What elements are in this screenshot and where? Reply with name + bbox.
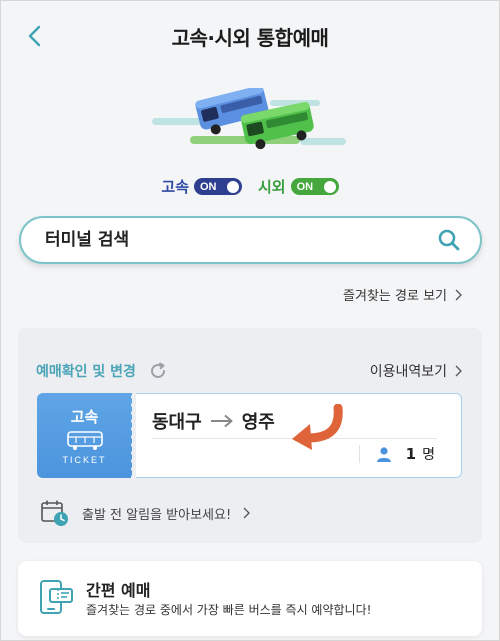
favorite-routes-link[interactable]: 즐겨찾는 경로 보기 [343,285,462,304]
page-title: 고속·시외 통합예매 [171,26,329,50]
route-destination: 영주 [241,412,275,433]
favorite-routes-label: 즐겨찾는 경로 보기 [343,289,447,304]
usage-history-label: 이용내역보기 [369,364,447,380]
bus-illustration [152,88,346,150]
intercity-switch-knob [323,180,336,193]
ticket-body: 동대구 영주 1 명 [136,393,462,478]
calendar-clock-icon [41,500,68,526]
express-toggle-label: 고속 [161,178,189,196]
passenger-count: 1 [405,445,417,463]
reserved-ticket[interactable]: 고속 TICKET 동대구 영주 1 명 [37,393,462,478]
passenger-unit: 명 [422,447,435,463]
bus-type-toggles: 고속 ON 시외 ON [0,176,500,197]
departure-alert-text: 출발 전 알림을 받아보세요! [82,507,232,523]
easy-booking-description: 즐겨찾는 경로 중에서 가장 빠른 버스를 즉시 예약합니다! [86,603,372,617]
express-toggle[interactable]: 고속 ON [161,176,242,197]
express-switch[interactable]: ON [194,178,242,195]
curved-arrow-icon [292,404,343,450]
person-icon [376,447,391,462]
mobile-ticket-icon [40,580,73,614]
route-origin: 동대구 [152,412,202,433]
reservation-card: 예매확인 및 변경 이용내역보기 고속 TICKET 동대구 영주 1 명 출발… [18,328,482,543]
departure-alert-link[interactable]: 출발 전 알림을 받아보세요! [40,498,251,528]
intercity-switch-state: ON [296,180,314,193]
chevron-right-icon [455,289,462,300]
terminal-search-input[interactable] [45,230,436,250]
search-icon[interactable] [436,227,462,253]
reservation-title: 예매확인 및 변경 [36,364,136,380]
arrow-right-icon [210,414,233,428]
refresh-icon[interactable] [148,361,168,381]
easy-booking-card[interactable]: 간편 예매 즐겨찾는 경로 중에서 가장 빠른 버스를 즉시 예약합니다! [18,561,482,636]
easy-booking-title: 간편 예매 [86,581,151,600]
ticket-label: TICKET [62,455,107,465]
chevron-right-icon [455,365,462,377]
passenger-divider [358,445,360,463]
ticket-stub: 고속 TICKET [37,393,132,478]
chevron-right-icon [243,507,251,519]
express-switch-state: ON [200,180,217,193]
express-switch-knob [227,180,239,193]
intercity-toggle[interactable]: 시외 ON [258,176,339,197]
ticket-bus-type: 고속 [70,408,99,426]
intercity-switch[interactable]: ON [290,178,339,195]
terminal-search-box[interactable] [19,216,482,264]
intercity-toggle-label: 시외 [258,178,286,196]
reservation-header: 예매확인 및 변경 [36,361,168,381]
usage-history-link[interactable]: 이용내역보기 [370,361,462,381]
passenger-info: 1 명 [358,444,435,464]
bus-icon [66,431,103,450]
route: 동대구 영주 [152,408,275,434]
